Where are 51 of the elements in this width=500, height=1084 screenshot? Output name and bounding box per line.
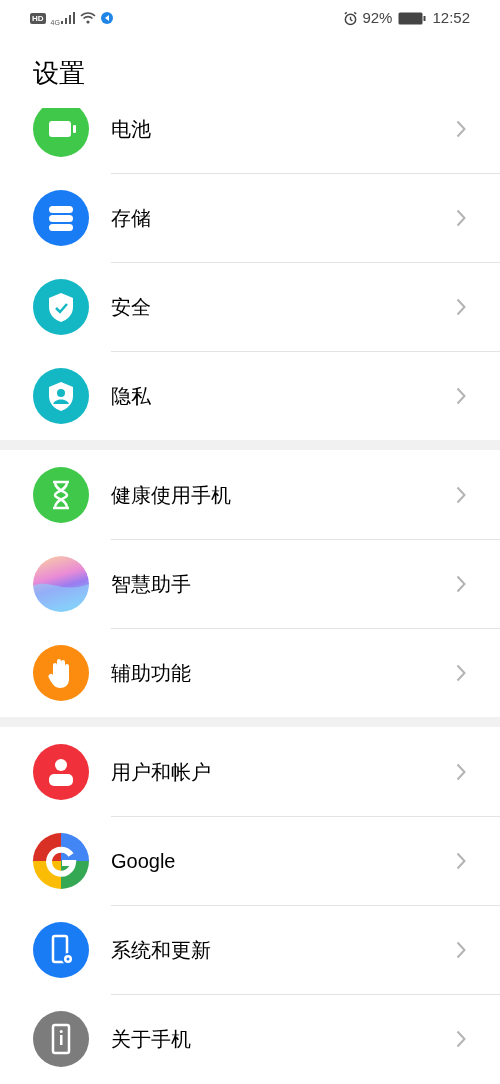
settings-item[interactable]: 关于手机 bbox=[0, 994, 500, 1083]
clock: 12:52 bbox=[432, 7, 470, 28]
item-label: 存储 bbox=[111, 206, 152, 231]
google-icon bbox=[33, 832, 89, 889]
battery-icon bbox=[398, 11, 427, 25]
orb-icon bbox=[33, 555, 89, 612]
chevron-icon bbox=[456, 664, 466, 682]
wifi-icon bbox=[79, 12, 96, 24]
signal-icon bbox=[60, 12, 75, 24]
item-label: 健康使用手机 bbox=[111, 482, 232, 508]
shield-check-icon bbox=[33, 278, 89, 335]
chevron-icon bbox=[456, 1030, 466, 1048]
settings-item[interactable]: 系统和更新 bbox=[0, 905, 500, 994]
shield-person-icon bbox=[33, 367, 89, 424]
settings-item[interactable]: 用户和帐户 bbox=[0, 727, 500, 816]
settings-item[interactable]: 安全 bbox=[0, 262, 500, 351]
chevron-icon bbox=[456, 298, 466, 316]
chevron-icon bbox=[456, 762, 466, 781]
chevron-icon bbox=[456, 941, 466, 959]
settings-item[interactable]: 智慧助手 bbox=[0, 539, 500, 628]
alarm-icon bbox=[343, 10, 359, 26]
item-label: 系统和更新 bbox=[111, 938, 212, 963]
battery-percent: 92% bbox=[362, 7, 393, 28]
hourglass-icon bbox=[33, 466, 89, 523]
phone-gear-icon bbox=[33, 921, 89, 978]
hand-icon bbox=[33, 644, 89, 701]
settings-item[interactable]: 存储 bbox=[0, 173, 500, 262]
person-icon bbox=[33, 743, 89, 800]
chevron-icon bbox=[456, 852, 466, 870]
settings-item[interactable]: Google bbox=[0, 816, 500, 905]
settings-item[interactable]: 健康使用手机 bbox=[0, 450, 500, 539]
page-title: 设置 bbox=[33, 60, 85, 86]
chevron-icon bbox=[456, 119, 466, 138]
battery-icon bbox=[33, 108, 89, 157]
settings-item[interactable]: 电池 bbox=[0, 108, 500, 173]
item-label: 电池 bbox=[111, 116, 152, 142]
hd-badge: HD bbox=[30, 12, 46, 24]
item-label: 智慧助手 bbox=[111, 572, 192, 597]
app-notification-icon bbox=[100, 12, 113, 24]
item-label: 关于手机 bbox=[111, 1027, 192, 1052]
chevron-icon bbox=[456, 575, 466, 593]
item-label: Google bbox=[111, 849, 177, 874]
chevron-icon bbox=[456, 485, 466, 504]
chevron-icon bbox=[456, 387, 466, 405]
item-label: 安全 bbox=[111, 295, 152, 320]
item-label: 用户和帐户 bbox=[111, 759, 212, 785]
storage-icon bbox=[33, 189, 89, 246]
item-label: 隐私 bbox=[111, 384, 152, 409]
chevron-icon bbox=[456, 209, 466, 227]
phone-info-icon bbox=[33, 1010, 89, 1067]
item-label: 辅助功能 bbox=[111, 661, 192, 686]
